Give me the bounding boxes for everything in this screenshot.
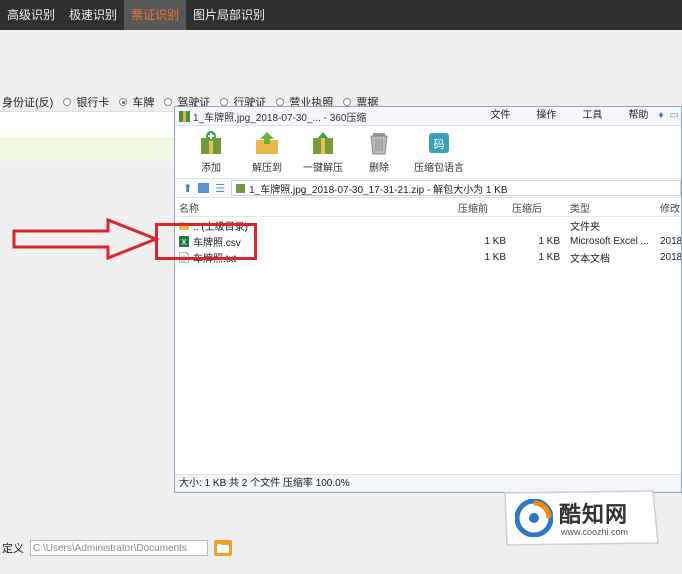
extract-to-icon	[256, 132, 278, 154]
file-list-header: 名称 压缩前 压缩后 类型 修改	[175, 198, 681, 217]
one-click-extract-button[interactable]: 一键解压	[295, 126, 351, 178]
archive-language-button[interactable]: 码 压缩包语言	[407, 126, 471, 178]
output-path-input[interactable]	[30, 540, 208, 556]
doc-type-id-back[interactable]: 身份证(反)	[2, 94, 53, 110]
radio-button-checked[interactable]	[119, 98, 128, 106]
folder-icon	[217, 544, 229, 553]
selected-result-row[interactable]	[0, 137, 176, 161]
file-original-size: 1 KB	[538, 235, 560, 247]
archive-path-icon	[236, 183, 246, 193]
radio-button[interactable]	[343, 98, 352, 106]
archive-language-label: 压缩包语言	[414, 163, 464, 174]
file-compressed-size: 1 KB	[484, 251, 506, 263]
delete-button[interactable]: 删除	[351, 126, 407, 178]
doc-type-bank-card[interactable]: 银行卡	[63, 94, 109, 110]
tab-fast-recognition[interactable]: 极速识别	[62, 0, 124, 30]
file-type: 文本文档	[570, 253, 610, 265]
archive-app-icon	[179, 111, 190, 122]
file-type: Microsoft Excel ...	[570, 235, 649, 247]
radio-button[interactable]	[63, 98, 72, 106]
archive-menu-bar: 文件 操作 工具 帮助 ♦ ▭	[490, 107, 681, 125]
trash-icon	[370, 133, 388, 155]
doc-type-label: 身份证(反)	[2, 97, 54, 109]
tab-image-partial-recognition[interactable]: 图片局部识别	[186, 0, 272, 30]
minimize-icon[interactable]: ▭	[670, 107, 679, 125]
output-path-label: 定义	[2, 543, 24, 555]
extract-to-label: 解压到	[252, 163, 282, 174]
extract-to-button[interactable]: 解压到	[239, 126, 295, 178]
column-compressed[interactable]: 压缩前	[458, 200, 512, 215]
menu-tools[interactable]: 工具	[582, 107, 602, 125]
archive-path-text: 1_车牌照.jpg_2018-07-30_17-31-21.zip - 解包大小…	[249, 184, 508, 196]
column-modified[interactable]: 修改	[656, 200, 681, 215]
list-view-icon[interactable]: ☰	[215, 182, 225, 195]
archive-window: 1_车牌照.jpg_2018-07-30_... - 360压缩 文件 操作 工…	[174, 106, 682, 493]
archive-path-field[interactable]: 1_车牌照.jpg_2018-07-30_17-31-21.zip - 解包大小…	[231, 180, 681, 196]
skin-icon[interactable]: ♦	[658, 107, 663, 125]
radio-button[interactable]	[164, 98, 173, 106]
doc-type-label: 车牌	[132, 97, 155, 109]
archive-title-bar: 1_车牌照.jpg_2018-07-30_... - 360压缩 文件 操作 工…	[175, 107, 681, 126]
svg-text:码: 码	[434, 138, 445, 151]
column-type[interactable]: 类型	[566, 200, 656, 215]
watermark-brand: 酷知网	[559, 503, 629, 528]
file-highlight-annotation	[155, 223, 257, 260]
file-type: 文件夹	[570, 221, 600, 233]
archive-toolbar: 添加 解压到 一键解压 删除 码 压缩包语言	[175, 126, 681, 178]
one-click-extract-icon	[313, 132, 333, 154]
radio-button[interactable]	[220, 98, 229, 106]
red-arrow-annotation	[12, 218, 160, 260]
up-arrow-icon[interactable]: ⬆	[183, 182, 192, 195]
top-tab-bar: 高级识别 极速识别 票证识别 图片局部识别	[0, 0, 682, 30]
one-click-extract-label: 一键解压	[303, 163, 343, 174]
column-original[interactable]: 压缩后	[512, 200, 566, 215]
doc-type-label: 银行卡	[76, 97, 110, 109]
view-icon[interactable]	[198, 183, 210, 193]
add-archive-icon	[201, 131, 221, 154]
tab-ticket-recognition[interactable]: 票证识别	[124, 0, 187, 30]
file-modified: 2018	[660, 235, 681, 247]
file-original-size: 1 KB	[538, 251, 560, 263]
delete-label: 删除	[369, 163, 389, 174]
archive-language-icon: 码	[429, 133, 449, 153]
doc-type-license-plate[interactable]: 车牌	[119, 94, 154, 110]
archive-window-title: 1_车牌照.jpg_2018-07-30_... - 360压缩	[193, 112, 367, 124]
browse-folder-button[interactable]	[214, 540, 232, 556]
radio-button[interactable]	[276, 98, 285, 106]
menu-operate[interactable]: 操作	[536, 107, 556, 125]
address-bar: ⬆ ☰ 1_车牌照.jpg_2018-07-30_17-31-21.zip - …	[175, 178, 681, 198]
watermark-badge: 酷知网 www.coozhi.com	[503, 489, 660, 547]
menu-help[interactable]: 帮助	[628, 107, 648, 125]
column-name[interactable]: 名称	[175, 200, 458, 215]
file-compressed-size: 1 KB	[484, 235, 506, 247]
add-button[interactable]: 添加	[183, 126, 239, 178]
watermark-url: www.coozhi.com	[561, 527, 629, 537]
tab-advanced-recognition[interactable]: 高级识别	[0, 0, 62, 30]
menu-file[interactable]: 文件	[490, 107, 510, 125]
file-modified: 2018	[660, 251, 681, 263]
add-label: 添加	[201, 163, 221, 174]
coozhi-logo-icon	[515, 499, 553, 537]
